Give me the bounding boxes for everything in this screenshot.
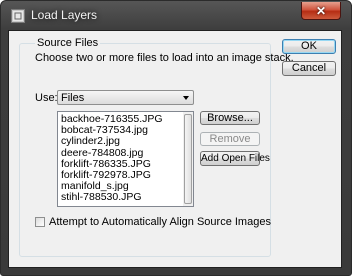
file-list-scrollbar[interactable] <box>183 112 193 206</box>
use-label: Use: <box>35 92 58 104</box>
add-open-files-button[interactable]: Add Open Files <box>200 151 270 166</box>
use-dropdown[interactable]: Files <box>57 90 194 105</box>
photoshop-app-icon <box>11 9 25 23</box>
instruction-text: Choose two or more files to load into an… <box>35 52 294 64</box>
source-files-legend: Source Files <box>35 37 101 49</box>
browse-button[interactable]: Browse... <box>200 111 260 125</box>
use-dropdown-value: Files <box>61 92 85 104</box>
remove-button[interactable]: Remove <box>200 132 260 146</box>
title-bar[interactable]: Load Layers ✕ <box>1 1 351 31</box>
chevron-down-icon <box>183 96 189 100</box>
file-list[interactable]: backhoe-716355.JPG bobcat-737534.jpg cyl… <box>57 111 194 207</box>
cancel-button[interactable]: Cancel <box>282 61 336 76</box>
window-title: Load Layers <box>31 8 98 22</box>
close-icon: ✕ <box>315 3 327 18</box>
close-button[interactable]: ✕ <box>301 2 341 20</box>
align-images-label[interactable]: Attempt to Automatically Align Source Im… <box>49 216 271 228</box>
ok-button[interactable]: OK <box>282 39 336 54</box>
file-list-item[interactable]: cylinder2.jpg <box>61 136 163 147</box>
scrollbar-thumb[interactable] <box>184 114 192 204</box>
align-images-checkbox[interactable] <box>35 217 45 227</box>
file-list-item[interactable]: stihl-788530.JPG <box>61 192 163 203</box>
